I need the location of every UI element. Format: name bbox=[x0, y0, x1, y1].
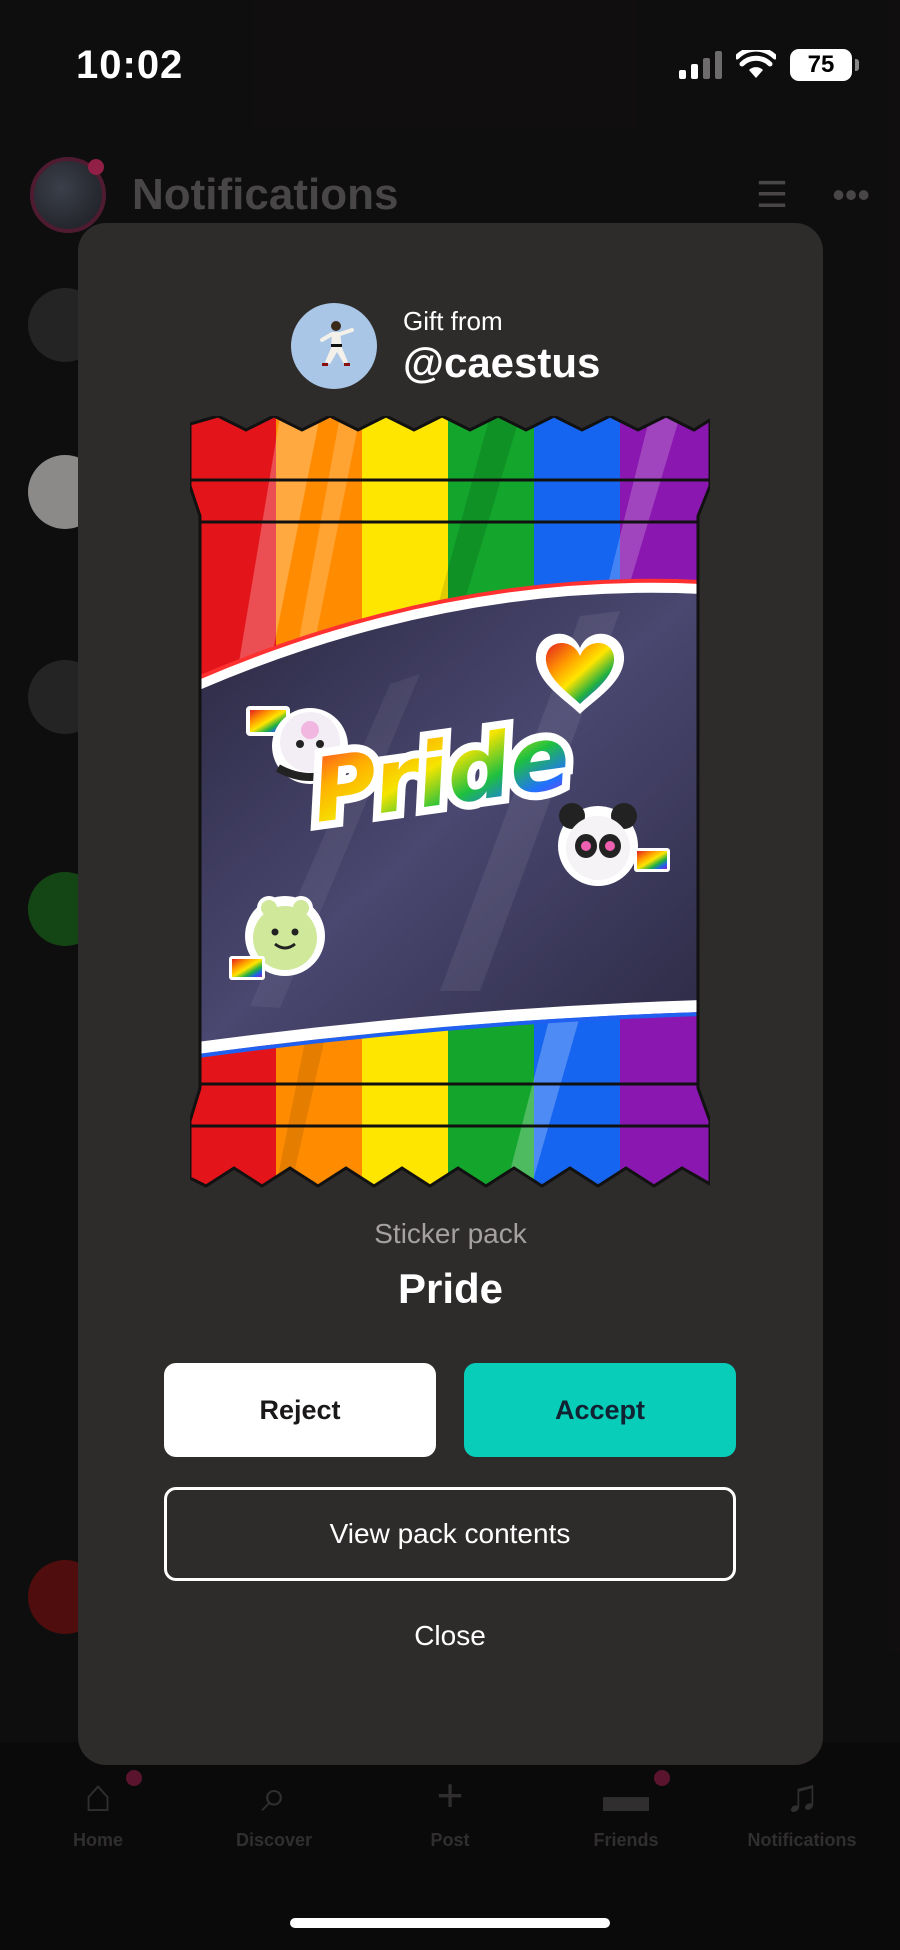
view-pack-contents-button[interactable]: View pack contents bbox=[164, 1487, 736, 1581]
cellular-signal-icon bbox=[679, 51, 722, 79]
gift-modal: Gift from @caestus Pride Pride Sticker p… bbox=[78, 223, 823, 1765]
gift-header: Gift from @caestus bbox=[291, 303, 600, 389]
battery-icon: 75 bbox=[790, 49, 859, 81]
close-button[interactable]: Close bbox=[350, 1601, 550, 1671]
status-bar: 10:02 75 bbox=[0, 0, 900, 130]
accept-button[interactable]: Accept bbox=[464, 1363, 736, 1457]
gift-from-label: Gift from bbox=[403, 305, 503, 336]
status-icons: 75 bbox=[679, 49, 859, 81]
battery-level: 75 bbox=[807, 51, 835, 78]
home-indicator[interactable] bbox=[290, 1918, 610, 1928]
reject-button[interactable]: Reject bbox=[164, 1363, 436, 1457]
status-time: 10:02 bbox=[76, 42, 184, 87]
wifi-icon bbox=[736, 50, 776, 78]
karate-figure-icon bbox=[320, 321, 354, 366]
sticker-pack-artwork: Pride Pride bbox=[190, 416, 710, 1188]
sender-avatar bbox=[291, 303, 377, 389]
pack-name: Pride bbox=[397, 1265, 504, 1312]
sender-username[interactable]: @caestus bbox=[403, 339, 600, 387]
pack-type-label: Sticker pack bbox=[374, 1218, 527, 1249]
